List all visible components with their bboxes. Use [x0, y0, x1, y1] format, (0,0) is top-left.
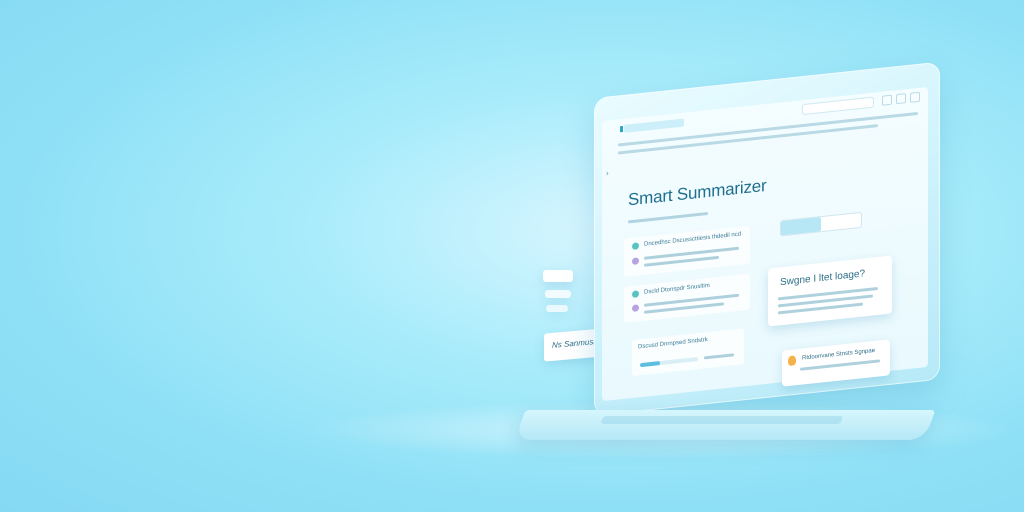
page-subtitle	[628, 212, 708, 224]
progress-fill	[640, 361, 661, 368]
laptop-base	[514, 410, 936, 440]
tab-details[interactable]	[821, 213, 861, 231]
summary-heading: Swgne I ltet loage?	[780, 268, 866, 289]
close-icon[interactable]	[910, 91, 920, 103]
window-controls	[882, 91, 920, 106]
avatar	[632, 304, 639, 313]
floating-chip-1[interactable]	[543, 270, 573, 282]
progress-bar	[640, 357, 698, 368]
tab-favicon-icon	[620, 125, 623, 133]
list-item-title: Dscusd Dnrnpsed Sndstrk	[638, 337, 708, 351]
view-tabs	[780, 211, 862, 237]
floating-chip-3[interactable]	[546, 305, 568, 312]
floating-chip-2[interactable]	[545, 290, 571, 298]
lightbulb-icon	[788, 355, 796, 367]
chevron-left-icon[interactable]: ›	[606, 168, 609, 177]
list-item[interactable]: Dscusd Dnrnpsed Sndstrk	[632, 328, 744, 377]
avatar	[632, 257, 639, 266]
maximize-icon[interactable]	[896, 93, 906, 105]
minimize-icon[interactable]	[882, 94, 892, 106]
status-icon	[632, 290, 639, 299]
list-item-title: Dncedhsc Dscusscttiesis thdedil ncd	[644, 231, 742, 248]
browser-tab[interactable]	[624, 118, 684, 133]
tab-summary[interactable]	[781, 217, 821, 236]
url-bar[interactable]	[802, 96, 874, 116]
list-item-title: Dscld Dtonspdr Snusltim	[644, 282, 710, 296]
page-title: Smart Summarizer	[628, 175, 767, 210]
keyboard	[600, 416, 844, 424]
status-icon	[632, 242, 639, 251]
list-item[interactable]: Dscld Dtonspdr Snusltim	[624, 273, 750, 323]
list-item[interactable]: Dncedhsc Dscusscttiesis thdedil ncd	[624, 225, 750, 277]
tip-title: Rtdoonvane Stnsts Sgnpae	[802, 347, 876, 362]
